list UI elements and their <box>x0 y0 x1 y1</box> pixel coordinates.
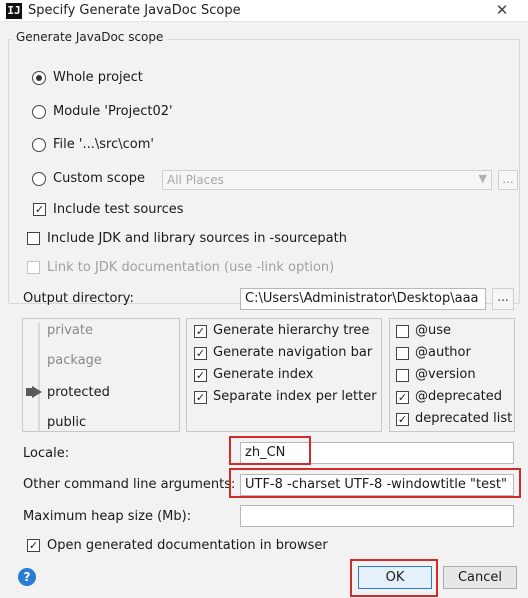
radio-file-label[interactable]: File '...\src\com' <box>53 137 154 152</box>
visibility-panel: private package protected public <box>22 318 180 432</box>
tags-panel: @use @author @version ✓ @deprecated ✓ de… <box>389 318 515 432</box>
radio-whole-project-label[interactable]: Whole project <box>53 70 143 85</box>
tag-deprecated-label[interactable]: @deprecated <box>415 389 502 404</box>
tag-deprecated-checkbox[interactable]: ✓ <box>396 391 409 404</box>
include-jdk-label[interactable]: Include JDK and library sources in -sour… <box>47 231 347 246</box>
tag-deprecated-list-checkbox[interactable]: ✓ <box>396 413 409 426</box>
dialog-body: Generate JavaDoc scope Whole project Mod… <box>0 22 528 598</box>
generate-hierarchy-label[interactable]: Generate hierarchy tree <box>213 323 369 338</box>
open-browser-checkbox[interactable]: ✓ <box>27 539 40 552</box>
link-jdk-checkbox <box>27 261 40 274</box>
tag-use-checkbox[interactable] <box>396 325 409 338</box>
radio-module[interactable] <box>32 105 46 119</box>
generate-index-label[interactable]: Generate index <box>213 367 313 382</box>
tag-deprecated-list-label[interactable]: deprecated list <box>415 411 512 426</box>
radio-custom-scope-label[interactable]: Custom scope <box>53 171 145 186</box>
browse-button[interactable]: ... <box>492 288 514 310</box>
generate-navigation-checkbox[interactable]: ✓ <box>194 347 207 360</box>
tag-version-checkbox[interactable] <box>396 369 409 382</box>
output-directory-input[interactable]: C:\Users\Administrator\Desktop\aaa <box>240 288 486 310</box>
visibility-public[interactable]: public <box>47 415 86 430</box>
open-browser-label[interactable]: Open generated documentation in browser <box>47 538 328 553</box>
tag-author-label[interactable]: @author <box>415 345 471 360</box>
radio-file[interactable] <box>32 138 46 152</box>
help-icon[interactable]: ? <box>18 568 36 586</box>
include-test-sources-checkbox[interactable]: ✓ <box>33 203 46 216</box>
radio-module-label[interactable]: Module 'Project02' <box>53 104 173 119</box>
window-title: Specify Generate JavaDoc Scope <box>28 3 241 18</box>
close-icon[interactable]: ✕ <box>479 0 525 21</box>
visibility-package[interactable]: package <box>47 353 102 368</box>
scope-group-title: Generate JavaDoc scope <box>12 30 168 44</box>
custom-scope-value: All Places <box>167 173 224 187</box>
title-bar: IJ Specify Generate JavaDoc Scope ✕ <box>0 0 528 22</box>
generate-options-panel: ✓ Generate hierarchy tree ✓ Generate nav… <box>186 318 382 432</box>
output-directory-label: Output directory: <box>23 291 134 306</box>
heap-size-input[interactable] <box>240 505 514 527</box>
custom-scope-more-button[interactable]: ... <box>498 170 518 190</box>
include-jdk-checkbox[interactable] <box>27 232 40 245</box>
heap-size-label: Maximum heap size (Mb): <box>23 509 192 524</box>
include-test-sources-label[interactable]: Include test sources <box>53 202 184 217</box>
intellij-app-icon: IJ <box>6 3 22 19</box>
chevron-down-icon: ▼ <box>478 172 487 185</box>
custom-scope-select[interactable]: All Places ▼ <box>162 170 492 190</box>
separate-index-label[interactable]: Separate index per letter <box>213 389 377 404</box>
visibility-protected[interactable]: protected <box>47 385 110 400</box>
other-args-highlight-box <box>229 468 521 498</box>
cancel-button[interactable]: Cancel <box>443 566 517 589</box>
locale-label: Locale: <box>23 446 70 461</box>
locale-highlight-box <box>229 436 311 465</box>
link-jdk-label: Link to JDK documentation (use -link opt… <box>47 260 335 275</box>
generate-index-checkbox[interactable]: ✓ <box>194 369 207 382</box>
generate-hierarchy-checkbox[interactable]: ✓ <box>194 325 207 338</box>
radio-custom-scope[interactable] <box>32 172 46 186</box>
tag-version-label[interactable]: @version <box>415 367 476 382</box>
visibility-slider-track <box>38 323 40 431</box>
tag-author-checkbox[interactable] <box>396 347 409 360</box>
other-args-label: Other command line arguments: <box>23 477 236 492</box>
visibility-slider-thumb[interactable] <box>32 386 42 398</box>
ok-highlight-box <box>350 559 438 597</box>
visibility-private[interactable]: private <box>47 323 93 338</box>
tag-use-label[interactable]: @use <box>415 323 451 338</box>
radio-whole-project[interactable] <box>32 71 46 85</box>
separate-index-checkbox[interactable]: ✓ <box>194 391 207 404</box>
generate-navigation-label[interactable]: Generate navigation bar <box>213 345 372 360</box>
